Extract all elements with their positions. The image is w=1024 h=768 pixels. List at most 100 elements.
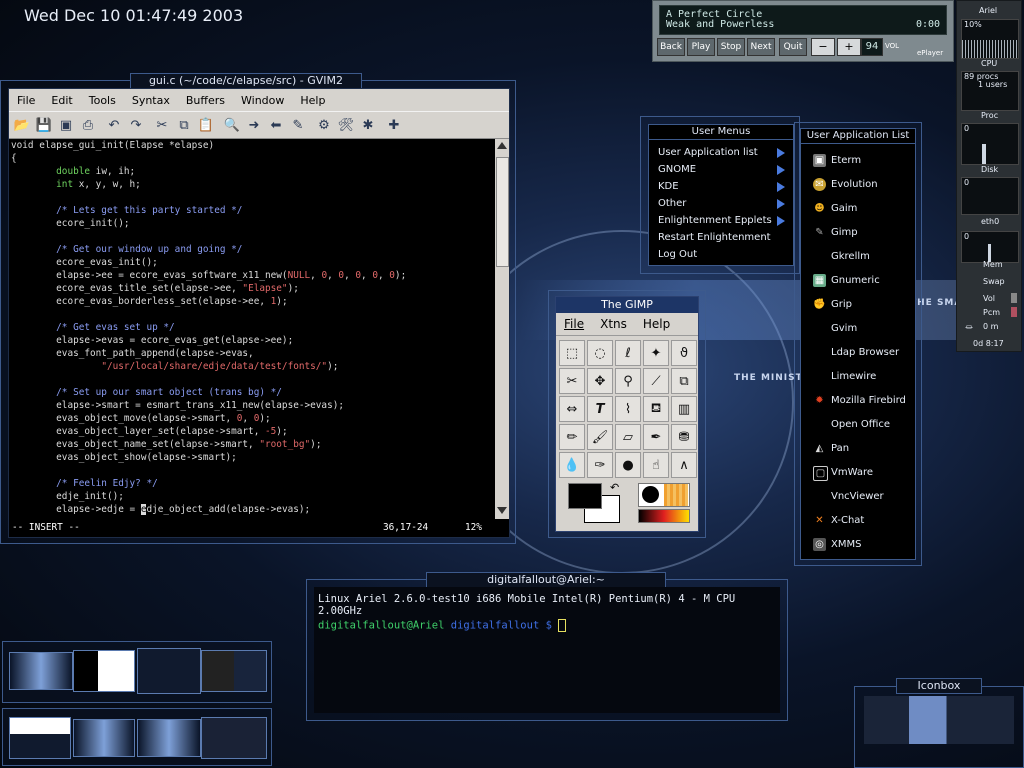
measure-icon[interactable]: ∧ <box>671 452 697 478</box>
gvim-scrollbar[interactable] <box>495 139 509 519</box>
pager-desktop-6[interactable] <box>73 719 135 757</box>
undo-icon[interactable]: ↶ <box>103 115 125 135</box>
gimp-menu-file[interactable]: File <box>556 317 592 331</box>
color-swatches[interactable]: ↶ <box>564 481 624 525</box>
pager-desktop-2[interactable] <box>73 650 135 692</box>
load-session-icon[interactable]: ✎ <box>287 115 309 135</box>
dodge-icon[interactable]: ● <box>615 452 641 478</box>
terminal-window[interactable]: Linux Ariel 2.6.0-test10 i686 Mobile Int… <box>314 587 780 713</box>
fuzzy-select-icon[interactable]: ✦ <box>643 340 669 366</box>
iconbox-preview[interactable] <box>864 696 1014 744</box>
gimp-menu-help[interactable]: Help <box>635 317 678 331</box>
quit-button[interactable]: Quit <box>779 38 807 56</box>
app-grip[interactable]: ✊ Grip <box>801 293 915 317</box>
magnify-icon[interactable]: ⚲ <box>615 368 641 394</box>
blur-icon[interactable]: 💧 <box>559 452 585 478</box>
app-limewire[interactable]: Limewire <box>801 365 915 389</box>
scroll-down-icon[interactable] <box>497 507 507 514</box>
stop-button[interactable]: Stop <box>717 38 745 56</box>
menu-item-restart[interactable]: Restart Enlightenment <box>649 229 793 246</box>
swap-colors-icon[interactable]: ↶ <box>610 481 619 494</box>
menu-item-user-app-list[interactable]: User Application list <box>649 144 793 161</box>
help-icon[interactable]: ✚ <box>383 115 405 135</box>
scroll-thumb[interactable] <box>496 157 509 267</box>
eraser-icon[interactable]: ▱ <box>615 424 641 450</box>
app-gimp[interactable]: ✎ Gimp <box>801 221 915 245</box>
crop-icon[interactable]: ⟋ <box>643 368 669 394</box>
find-prev-icon[interactable]: ⬅ <box>265 115 287 135</box>
gimp-title[interactable]: The GIMP <box>556 297 698 313</box>
pager-desktop-3[interactable] <box>137 648 201 694</box>
menu-window[interactable]: Window <box>233 94 292 107</box>
app-mozilla-firebird[interactable]: ✹ Mozilla Firebird <box>801 389 915 413</box>
app-vncviewer[interactable]: VncViewer <box>801 485 915 509</box>
pager-desktop-4[interactable] <box>201 650 267 692</box>
app-xmms[interactable]: ◎ XMMS <box>801 533 915 557</box>
save-icon[interactable]: 💾 <box>33 115 55 135</box>
foreground-color[interactable] <box>568 483 602 509</box>
next-button[interactable]: Next <box>747 38 775 56</box>
paintbrush-icon[interactable]: 🖌 <box>587 424 613 450</box>
menu-item-kde[interactable]: KDE <box>649 178 793 195</box>
app-gvim[interactable]: Gvim <box>801 317 915 341</box>
volume-up-button[interactable]: + <box>837 38 861 56</box>
gimp-menu-xtns[interactable]: Xtns <box>592 317 635 331</box>
app-xchat[interactable]: ✕ X-Chat <box>801 509 915 533</box>
ellipse-select-icon[interactable]: ◌ <box>587 340 613 366</box>
volume-down-button[interactable]: − <box>811 38 835 56</box>
menu-file[interactable]: File <box>9 94 43 107</box>
blend-icon[interactable]: ▥ <box>671 396 697 422</box>
menu-item-epplets[interactable]: Enlightenment Epplets <box>649 212 793 229</box>
tags-icon[interactable]: ✱ <box>357 115 379 135</box>
build-icon[interactable]: 🛠 <box>335 115 357 135</box>
airbrush-icon[interactable]: ✒ <box>643 424 669 450</box>
pager-desktop-1[interactable] <box>9 652 73 690</box>
menu-tools[interactable]: Tools <box>81 94 124 107</box>
brush-preview[interactable] <box>638 483 690 507</box>
menu-syntax[interactable]: Syntax <box>124 94 178 107</box>
vol-slider[interactable] <box>1011 293 1017 303</box>
cut-icon[interactable]: ✂ <box>151 115 173 135</box>
pager-2[interactable] <box>2 708 272 766</box>
back-button[interactable]: Back <box>657 38 685 56</box>
app-open-office[interactable]: Open Office <box>801 413 915 437</box>
print-icon[interactable]: ⎙ <box>77 115 99 135</box>
redo-icon[interactable]: ↷ <box>125 115 147 135</box>
clone-icon[interactable]: ⛃ <box>671 424 697 450</box>
app-gaim[interactable]: ☻ Gaim <box>801 197 915 221</box>
app-gkrellm[interactable]: Gkrellm <box>801 245 915 269</box>
copy-icon[interactable]: ⧉ <box>173 115 195 135</box>
gvim-text-area[interactable]: void elapse_gui_init(Elapse *elapse) { d… <box>9 139 497 519</box>
open-icon[interactable]: 📂 <box>11 115 33 135</box>
menu-item-other[interactable]: Other <box>649 195 793 212</box>
make-icon[interactable]: ⚙ <box>313 115 335 135</box>
pcm-slider[interactable] <box>1011 307 1017 317</box>
pencil-icon[interactable]: ✏ <box>559 424 585 450</box>
bucket-fill-icon[interactable]: ⛾ <box>643 396 669 422</box>
color-picker-icon[interactable]: ⌇ <box>615 396 641 422</box>
iconbox-title[interactable]: Iconbox <box>896 678 982 694</box>
scissors-icon[interactable]: ✂ <box>559 368 585 394</box>
menu-buffers[interactable]: Buffers <box>178 94 233 107</box>
menu-edit[interactable]: Edit <box>43 94 80 107</box>
menu-help[interactable]: Help <box>292 94 333 107</box>
pager-desktop-8[interactable] <box>201 717 267 759</box>
bezier-icon[interactable]: ϑ <box>671 340 697 366</box>
app-pan[interactable]: ◭ Pan <box>801 437 915 461</box>
scroll-up-icon[interactable] <box>497 142 507 149</box>
app-evolution[interactable]: ✉ Evolution <box>801 173 915 197</box>
play-button[interactable]: Play <box>687 38 715 56</box>
terminal-title[interactable]: digitalfallout@Ariel:~ <box>426 572 666 588</box>
flip-icon[interactable]: ⇔ <box>559 396 585 422</box>
rect-select-icon[interactable]: ⬚ <box>559 340 585 366</box>
move-icon[interactable]: ✥ <box>587 368 613 394</box>
pager-desktop-7[interactable] <box>137 719 201 757</box>
smudge-icon[interactable]: ☝ <box>643 452 669 478</box>
gvim-window-title[interactable]: gui.c (~/code/c/elapse/src) - GVIM2 <box>130 73 362 89</box>
menu-item-gnome[interactable]: GNOME <box>649 161 793 178</box>
save-all-icon[interactable]: ▣ <box>55 115 77 135</box>
pager-desktop-5[interactable] <box>9 717 71 759</box>
app-eterm[interactable]: ▣ Eterm <box>801 149 915 173</box>
paste-icon[interactable]: 📋 <box>195 115 217 135</box>
find-next-icon[interactable]: ➜ <box>243 115 265 135</box>
